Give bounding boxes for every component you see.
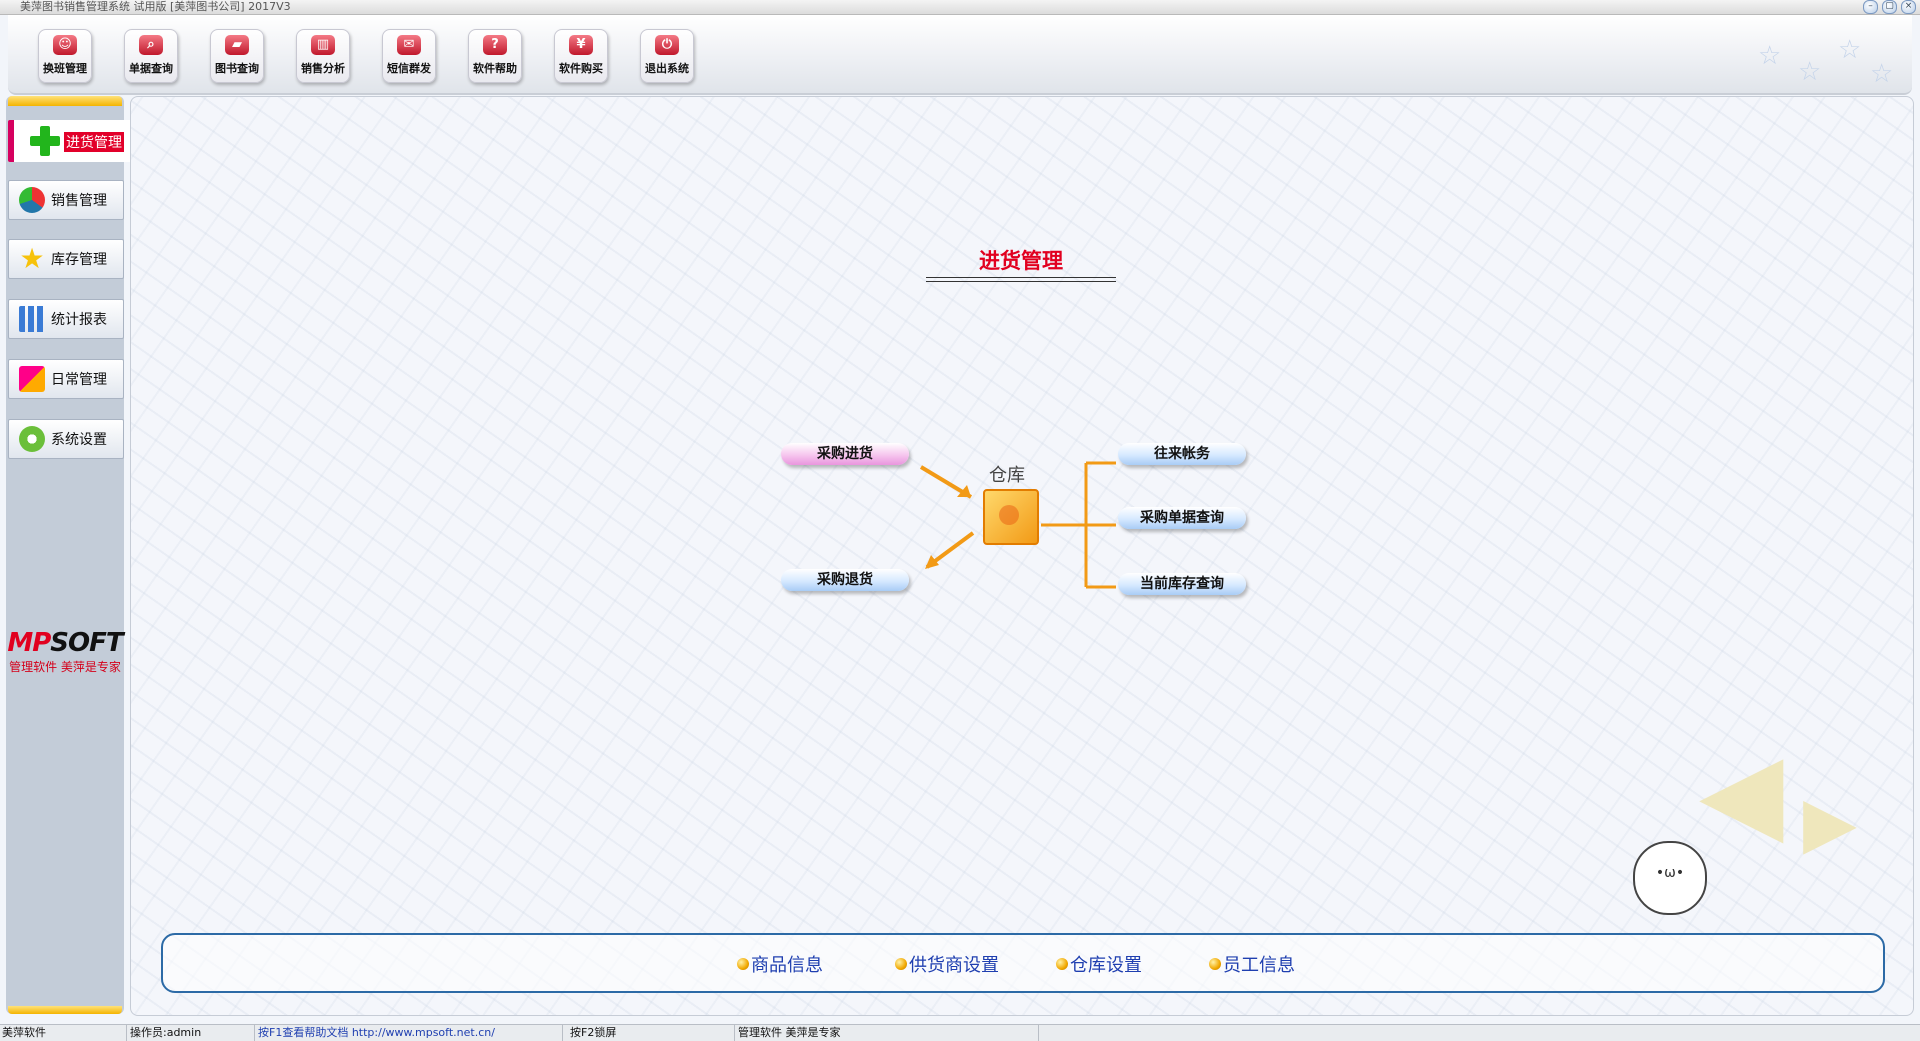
software-purchase-button[interactable]: ¥ 软件购买 — [554, 29, 608, 83]
status-help-text: 按F1查看帮助文档 — [258, 1026, 349, 1039]
mail-icon: ✉ — [397, 35, 421, 55]
sales-analysis-button[interactable]: ▥ 销售分析 — [296, 29, 350, 83]
brand-logo: MPSOFT — [6, 628, 124, 658]
status-company: 美萍软件 — [0, 1025, 127, 1041]
logo-mp: MP — [7, 628, 51, 658]
quick-links-panel: 商品信息 供货商设置 仓库设置 员工信息 — [161, 933, 1885, 993]
bullet-icon — [737, 958, 749, 970]
sidebar-bottom-bar — [8, 1006, 122, 1014]
calendar-icon — [19, 366, 45, 392]
purchase-order-query-button[interactable]: 采购单据查询 — [1118, 507, 1246, 529]
warehouse-label: 仓库 — [989, 465, 1025, 486]
quick-link-employee-info[interactable]: 员工信息 — [1209, 951, 1295, 977]
report-icon — [19, 306, 45, 332]
left-sidebar: 进货管理 销售管理 ★ 库存管理 统计报表 日常管理 系统设置 MPSOFT 管… — [6, 96, 130, 1014]
help-icon: ? — [483, 35, 507, 55]
plus-icon — [30, 126, 60, 156]
yen-icon: ¥ — [569, 35, 593, 55]
status-url-link[interactable]: http://www.mpsoft.net.cn/ — [352, 1026, 495, 1039]
restore-icon[interactable]: ▢ — [1882, 0, 1897, 14]
minimize-icon[interactable]: – — [1863, 0, 1878, 14]
sidebar-top-bar — [8, 96, 122, 106]
title-bar: 美萍图书销售管理系统 试用版 [美萍图书公司] 2017V3 – ▢ × — [0, 0, 1920, 15]
forward-arrow-icon[interactable]: ▶ — [1803, 787, 1857, 857]
sidebar-item-statistics-report[interactable]: 统计报表 — [8, 299, 124, 339]
main-content: 进货管理 采购进货 采购退货 仓库 往来帐务 采购单据查询 当前库存查询 ◀ ▶… — [130, 96, 1914, 1016]
bar-chart-icon: ▥ — [311, 35, 335, 55]
sidebar-item-sales-management[interactable]: 销售管理 — [8, 180, 124, 220]
window-controls: – ▢ × — [1863, 0, 1916, 14]
bullet-icon — [1056, 958, 1068, 970]
star-icon: ★ — [19, 242, 45, 275]
tool-label: 退出系统 — [645, 62, 689, 75]
quick-link-warehouse-settings[interactable]: 仓库设置 — [1056, 951, 1142, 977]
quick-link-label: 员工信息 — [1223, 955, 1295, 976]
sidebar-item-system-settings[interactable]: 系统设置 — [8, 419, 124, 459]
warehouse-box-icon[interactable] — [983, 489, 1039, 545]
status-help: 按F1查看帮助文档 http://www.mpsoft.net.cn/ — [256, 1025, 563, 1041]
pie-icon — [19, 187, 45, 213]
star-decoration-icon: ☆ — [1798, 57, 1822, 87]
tool-label: 软件帮助 — [473, 62, 517, 75]
tool-label: 换班管理 — [43, 62, 87, 75]
quick-link-label: 商品信息 — [751, 955, 823, 976]
star-decoration-icon: ☆ — [1758, 41, 1782, 71]
sidebar-item-label: 系统设置 — [51, 432, 107, 448]
status-operator: 操作员:admin — [128, 1025, 255, 1041]
purchase-in-button[interactable]: 采购进货 — [781, 443, 909, 465]
logo-soft: SOFT — [50, 628, 123, 658]
status-bar: 美萍软件 操作员:admin 按F1查看帮助文档 http://www.mpso… — [0, 1024, 1920, 1041]
mascot-icon: •ω• — [1633, 841, 1707, 915]
sidebar-item-label: 日常管理 — [51, 372, 107, 388]
sidebar-item-label: 统计报表 — [51, 312, 107, 328]
quick-link-label: 仓库设置 — [1070, 955, 1142, 976]
close-icon[interactable]: × — [1901, 0, 1916, 14]
sidebar-item-inventory-management[interactable]: ★ 库存管理 — [8, 239, 124, 279]
tool-label: 短信群发 — [387, 62, 431, 75]
gear-icon — [19, 426, 45, 452]
main-toolbar: ☺ 换班管理 ⌕ 单据查询 ▰ 图书查询 ▥ 销售分析 ✉ 短信群发 ? 软件帮… — [8, 15, 1912, 95]
sidebar-item-label: 销售管理 — [51, 193, 107, 209]
search-icon: ⌕ — [139, 35, 163, 55]
brand-slogan: 管理软件 美萍是专家 — [9, 660, 121, 674]
accounts-button[interactable]: 往来帐务 — [1118, 443, 1246, 465]
window-title: 美萍图书销售管理系统 试用版 [美萍图书公司] 2017V3 — [20, 0, 291, 13]
status-lock: 按F2锁屏 — [568, 1025, 735, 1041]
user-icon: ☺ — [53, 35, 77, 55]
sidebar-item-label: 库存管理 — [51, 252, 107, 268]
star-decoration-icon: ☆ — [1870, 59, 1894, 89]
status-slogan: 管理软件 美萍是专家 — [736, 1025, 1039, 1041]
tool-label: 图书查询 — [215, 62, 259, 75]
sidebar-item-label: 进货管理 — [64, 132, 124, 152]
bullet-icon — [895, 958, 907, 970]
branch-connector — [1041, 461, 1116, 589]
sidebar-item-daily-management[interactable]: 日常管理 — [8, 359, 124, 399]
quick-link-supplier-settings[interactable]: 供货商设置 — [895, 951, 999, 977]
mpsoft-logo: MPSOFT 管理软件 美萍是专家 — [6, 628, 124, 675]
tool-label: 销售分析 — [301, 62, 345, 75]
star-decoration-icon: ☆ — [1838, 35, 1862, 65]
book-icon: ▰ — [225, 35, 249, 55]
purchase-return-button[interactable]: 采购退货 — [781, 569, 909, 591]
tool-label: 软件购买 — [559, 62, 603, 75]
quick-link-product-info[interactable]: 商品信息 — [737, 951, 823, 977]
power-icon: ⏻ — [655, 35, 679, 55]
stock-query-button[interactable]: 当前库存查询 — [1118, 573, 1246, 595]
shift-management-button[interactable]: ☺ 换班管理 — [38, 29, 92, 83]
tool-label: 单据查询 — [129, 62, 173, 75]
bullet-icon — [1209, 958, 1221, 970]
receipt-query-button[interactable]: ⌕ 单据查询 — [124, 29, 178, 83]
sidebar-item-purchase-management[interactable]: 进货管理 — [8, 120, 130, 162]
quick-link-label: 供货商设置 — [909, 955, 999, 976]
back-arrow-icon[interactable]: ◀ — [1699, 737, 1784, 847]
exit-system-button[interactable]: ⏻ 退出系统 — [640, 29, 694, 83]
sms-broadcast-button[interactable]: ✉ 短信群发 — [382, 29, 436, 83]
software-help-button[interactable]: ? 软件帮助 — [468, 29, 522, 83]
book-query-button[interactable]: ▰ 图书查询 — [210, 29, 264, 83]
